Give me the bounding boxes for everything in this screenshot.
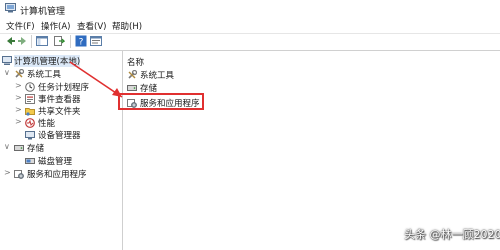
title-bar: 计算机管理 — [0, 0, 500, 18]
export-list-icon[interactable] — [53, 35, 65, 47]
list-item[interactable]: 系统工具 — [127, 69, 227, 81]
details-pane: 名称 系统工具 存储 服务和应用程序 — [123, 51, 500, 250]
watermark-text: 头条 @林一顾2020 — [404, 228, 500, 241]
svg-text:?: ? — [79, 38, 84, 48]
expand-arrow-icon[interactable]: > — [15, 81, 23, 90]
expand-arrow-icon[interactable]: > — [15, 117, 23, 126]
console-tree: 计算机管理(本地) ∨ 系统工具 > 任务计划程序 > 事件查看器 > 共享文件… — [0, 51, 123, 250]
tree-item-label: 磁盘管理 — [38, 157, 73, 167]
storage-icon — [14, 143, 24, 153]
menu-help[interactable]: 帮助(H) — [112, 20, 142, 32]
computer-management-icon — [2, 56, 12, 66]
tree-item-label: 存储 — [27, 144, 45, 154]
tree-item-root[interactable]: 计算机管理(本地) — [2, 55, 120, 67]
tree-item-label: 设备管理器 — [38, 131, 81, 141]
tree-item-event-viewer[interactable]: > 事件查看器 — [15, 93, 120, 105]
storage-icon — [127, 83, 137, 93]
back-icon[interactable] — [4, 35, 16, 47]
clock-icon — [25, 82, 35, 92]
tree-item-label: 共享文件夹 — [38, 107, 81, 117]
computer-management-icon — [5, 3, 16, 13]
collapse-arrow-icon[interactable]: ∨ — [4, 142, 12, 151]
tree-item-performance[interactable]: > 性能 — [15, 117, 120, 129]
system-tools-icon — [14, 69, 24, 79]
tree-item-services-apps[interactable]: > 服务和应用程序 — [4, 168, 120, 180]
tree-item-label: 计算机管理(本地) — [14, 55, 81, 67]
tree-item-label: 任务计划程序 — [38, 83, 90, 93]
annotation-highlight-box — [118, 93, 204, 110]
expand-arrow-icon[interactable]: > — [15, 93, 23, 102]
help-icon[interactable]: ? — [75, 35, 87, 47]
performance-icon — [25, 118, 35, 128]
show-hide-console-tree-icon[interactable] — [36, 35, 48, 47]
forward-icon[interactable] — [17, 35, 29, 47]
tree-item-system-tools[interactable]: ∨ 系统工具 — [4, 68, 120, 80]
tree-item-label: 性能 — [38, 119, 56, 129]
menu-view[interactable]: 查看(V) — [77, 20, 106, 32]
properties-icon[interactable] — [90, 35, 102, 47]
shared-folder-icon — [25, 106, 35, 116]
tree-item-shared-folders[interactable]: > 共享文件夹 — [15, 105, 120, 117]
tree-item-label: 系统工具 — [27, 70, 62, 80]
list-item-label: 系统工具 — [140, 71, 175, 81]
toolbar: ? — [0, 33, 500, 51]
column-header-name[interactable]: 名称 — [127, 56, 144, 68]
tree-item-task-scheduler[interactable]: > 任务计划程序 — [15, 81, 120, 93]
device-manager-icon — [25, 130, 35, 140]
tree-item-label: 服务和应用程序 — [27, 170, 87, 180]
disk-management-icon — [25, 156, 35, 166]
menu-bar: 文件(F) 操作(A) 查看(V) 帮助(H) — [0, 18, 500, 34]
collapse-arrow-icon[interactable]: ∨ — [4, 68, 12, 77]
system-tools-icon — [127, 70, 137, 80]
toolbar-separator — [70, 35, 71, 48]
expand-arrow-icon[interactable]: > — [4, 168, 12, 177]
menu-file[interactable]: 文件(F) — [6, 20, 35, 32]
expand-arrow-icon[interactable]: > — [15, 105, 23, 114]
services-icon — [14, 169, 24, 179]
tree-item-disk-management[interactable]: 磁盘管理 — [15, 155, 120, 167]
event-viewer-icon — [25, 94, 35, 104]
tree-item-storage[interactable]: ∨ 存储 — [4, 142, 120, 154]
window-title: 计算机管理 — [20, 7, 66, 17]
tree-item-label: 事件查看器 — [38, 95, 81, 105]
menu-action[interactable]: 操作(A) — [41, 20, 70, 32]
tree-item-device-manager[interactable]: 设备管理器 — [15, 129, 120, 141]
toolbar-separator — [31, 35, 32, 48]
